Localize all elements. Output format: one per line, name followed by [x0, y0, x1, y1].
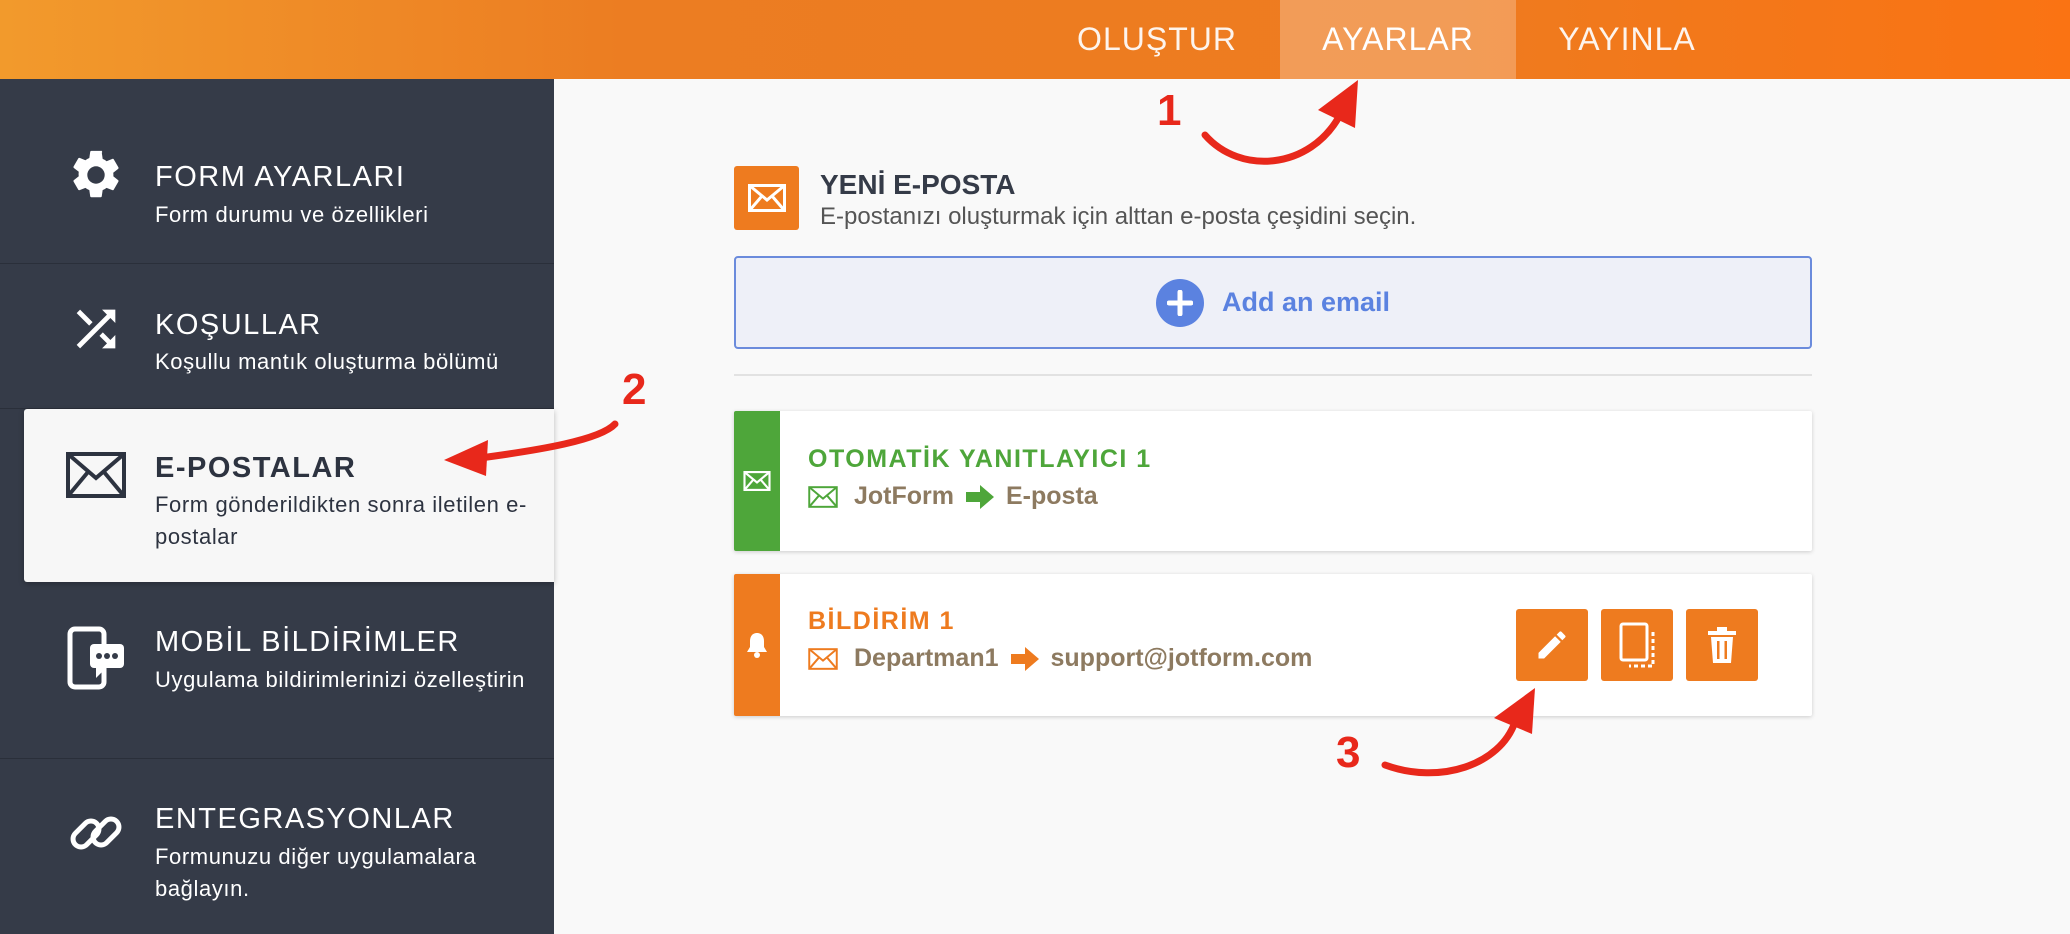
arrow-right-icon: [1010, 646, 1039, 671]
email-from: Departman1: [854, 644, 999, 672]
email-route: JotForm E-posta: [808, 482, 1098, 511]
gear-icon: [66, 145, 126, 205]
annotation-number-1: 1: [1157, 86, 1182, 135]
sidebar-item-title: E-POSTALAR: [155, 452, 357, 484]
email-card-notification[interactable]: BİLDİRİM 1 Departman1 support@jotform.co…: [734, 574, 1812, 716]
sidebar-item-desc: Uygulama bildirimlerinizi özelleştirin: [155, 667, 526, 692]
divider: [734, 374, 1812, 376]
annotation-number-2: 2: [622, 365, 647, 414]
top-navigation-bar: OLUŞTUR AYARLAR YAYINLA: [0, 0, 2070, 79]
link-icon: [66, 803, 126, 863]
sidebar-item-desc: Form gönderildikten sonra iletilen e-pos…: [155, 492, 527, 549]
sidebar-item-title: ENTEGRASYONLAR: [155, 803, 455, 835]
sidebar-item-desc: Formunuzu diğer uygulamalara bağlayın.: [155, 844, 477, 901]
sidebar-item-form-settings[interactable]: FORM AYARLARI Form durumu ve özellikleri: [0, 79, 554, 264]
envelope-outline-icon: [808, 647, 838, 670]
envelope-icon: [743, 471, 771, 491]
email-card-title: BİLDİRİM 1: [808, 607, 955, 635]
sidebar-item-title: FORM AYARLARI: [155, 161, 406, 193]
envelope-icon: [734, 166, 799, 230]
bell-icon: [747, 633, 767, 658]
email-route: Departman1 support@jotform.com: [808, 644, 1312, 673]
clone-icon: [1619, 622, 1655, 668]
emails-panel: YENİ E-POSTA E-postanızı oluşturmak için…: [554, 79, 2070, 934]
email-type-strip: [734, 574, 780, 716]
delete-email-button[interactable]: [1686, 609, 1758, 681]
sidebar-item-emails[interactable]: E-POSTALAR Form gönderildikten sonra ile…: [24, 409, 554, 582]
new-email-subtitle: E-postanızı oluşturmak için alttan e-pos…: [820, 203, 1417, 230]
email-from: JotForm: [854, 482, 954, 510]
email-to: E-posta: [1006, 482, 1098, 510]
sidebar-item-title: MOBİL BİLDİRİMLER: [155, 626, 460, 658]
tab-ayarlar[interactable]: AYARLAR: [1280, 0, 1516, 79]
sidebar-item-title: KOŞULLAR: [155, 309, 322, 341]
email-card-title: OTOMATİK YANITLAYICI 1: [808, 445, 1152, 473]
sidebar-item-mobile-notifications[interactable]: MOBİL BİLDİRİMLER Uygulama bildirimlerin…: [0, 582, 554, 759]
tab-olustur[interactable]: OLUŞTUR: [1034, 0, 1280, 79]
sidebar-item-desc: Koşullu mantık oluşturma bölümü: [155, 349, 499, 374]
trash-icon: [1708, 627, 1736, 663]
mobile-chat-icon: [66, 626, 126, 690]
new-email-heading: YENİ E-POSTA: [820, 169, 1016, 200]
annotation-number-3: 3: [1336, 728, 1361, 777]
email-to: support@jotform.com: [1050, 644, 1313, 672]
shuffle-icon: [66, 299, 126, 359]
plus-circle-icon: [1155, 278, 1204, 327]
sidebar-item-conditions[interactable]: KOŞULLAR Koşullu mantık oluşturma bölümü: [0, 264, 554, 409]
add-email-button[interactable]: Add an email: [734, 256, 1812, 349]
settings-sidebar: FORM AYARLARI Form durumu ve özellikleri…: [0, 79, 554, 934]
tab-yayinla[interactable]: YAYINLA: [1516, 0, 1738, 79]
arrow-right-icon: [966, 484, 994, 509]
email-card-autoresponder[interactable]: OTOMATİK YANITLAYICI 1 JotForm E-posta: [734, 411, 1812, 551]
envelope-outline-icon: [808, 485, 838, 508]
email-type-strip: [734, 411, 780, 551]
pencil-icon: [1538, 631, 1566, 659]
sidebar-item-integrations[interactable]: ENTEGRASYONLAR Formunuzu diğer uygulamal…: [0, 759, 554, 934]
clone-email-button[interactable]: [1601, 609, 1673, 681]
sidebar-item-desc: Form durumu ve özellikleri: [155, 202, 429, 227]
add-email-label: Add an email: [1221, 287, 1391, 317]
edit-email-button[interactable]: [1516, 609, 1588, 681]
envelope-icon: [66, 445, 126, 505]
